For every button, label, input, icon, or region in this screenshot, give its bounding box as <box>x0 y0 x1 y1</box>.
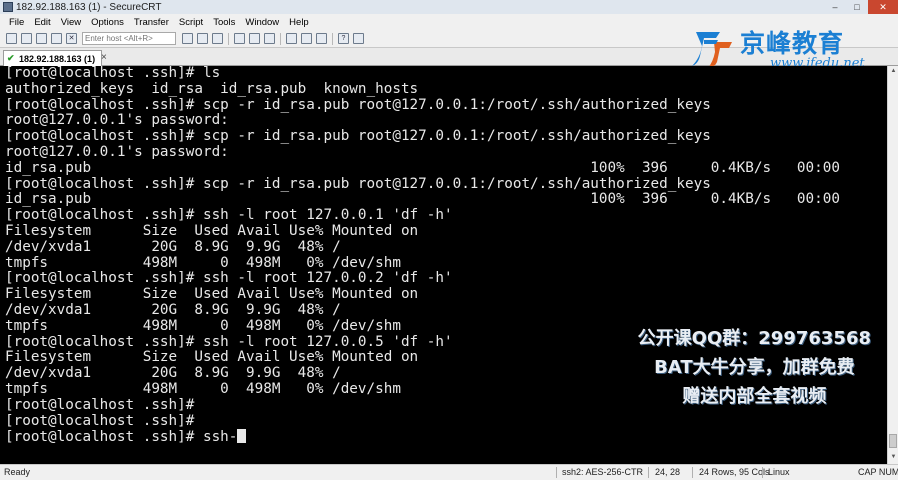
terminal-line: tmpfs 498M 0 498M 0% /dev/shm <box>5 254 401 271</box>
scroll-up-arrow-icon[interactable]: ▲ <box>889 67 898 76</box>
menu-view[interactable]: View <box>56 17 86 28</box>
scroll-down-arrow-icon[interactable]: ▼ <box>889 453 898 462</box>
promo-share: BAT大牛分享，加群免费 <box>654 357 855 378</box>
copy-icon[interactable] <box>182 33 193 44</box>
disconnect-icon[interactable]: ✕ <box>66 33 77 44</box>
menu-edit[interactable]: Edit <box>29 17 55 28</box>
terminal-line: [root@localhost .ssh]# <box>5 412 195 429</box>
terminal-line: root@127.0.0.1's password: <box>5 143 229 160</box>
terminal-line: Filesystem Size Used Avail Use% Mounted … <box>5 286 419 303</box>
terminal-line: Filesystem Size Used Avail Use% Mounted … <box>5 222 419 239</box>
jfedu-logo: 京峰教育 www.jfedu.net <box>690 24 895 72</box>
tab-close-icon[interactable]: × <box>101 52 107 63</box>
connected-check-icon: ✔ <box>7 53 15 63</box>
terminal-line: /dev/xvda1 20G 8.9G 9.9G 48% / <box>5 238 341 255</box>
toolbar-separator <box>228 32 229 45</box>
logo-name: 京峰教育 <box>740 29 845 58</box>
close-button[interactable]: ✕ <box>868 0 898 14</box>
terminal-line: [root@localhost .ssh]# scp -r id_rsa.pub… <box>5 128 711 145</box>
scroll-thumb[interactable] <box>889 434 897 448</box>
status-terminal-type: Linux <box>768 467 790 477</box>
status-divider <box>648 467 649 478</box>
terminal-prompt-line: [root@localhost .ssh]# ssh- <box>5 429 840 445</box>
find-icon[interactable] <box>212 33 223 44</box>
menu-transfer[interactable]: Transfer <box>129 17 174 28</box>
terminal-line: [root@localhost .ssh]# scp -r id_rsa.pub… <box>5 96 711 113</box>
about-icon[interactable] <box>353 33 364 44</box>
securecrt-app-icon <box>3 2 13 12</box>
terminal-line: [root@localhost .ssh]# ssh -l root 127.0… <box>5 207 453 224</box>
title-bar: 182.92.188.163 (1) - SecureCRT – □ ✕ <box>0 0 898 14</box>
minimize-button[interactable]: – <box>824 0 846 14</box>
status-caps-num: CAP NUM <box>858 467 898 477</box>
status-cipher: ssh2: AES-256-CTR <box>562 467 644 477</box>
menu-file[interactable]: File <box>4 17 29 28</box>
quick-connect-icon[interactable] <box>21 33 32 44</box>
connect-in-tab-icon[interactable] <box>36 33 47 44</box>
menu-help[interactable]: Help <box>284 17 314 28</box>
terminal-scrollbar[interactable]: ▲ ▼ <box>887 66 898 464</box>
lightbulb-icon[interactable] <box>316 33 327 44</box>
terminal-line: /dev/xvda1 20G 8.9G 9.9G 48% / <box>5 301 341 318</box>
terminal-line: [root@localhost .ssh]# ls <box>5 66 221 81</box>
status-bar: Ready ssh2: AES-256-CTR 24, 28 24 Rows, … <box>0 464 898 480</box>
status-terminal-size: 24 Rows, 95 Cols <box>699 467 770 477</box>
window-controls: – □ ✕ <box>824 0 898 14</box>
status-ready: Ready <box>4 467 31 477</box>
terminal-current-input: [root@localhost .ssh]# ssh- <box>5 429 238 446</box>
toolbar-separator <box>280 32 281 45</box>
menu-script[interactable]: Script <box>174 17 208 28</box>
keymap-icon[interactable] <box>301 33 312 44</box>
sftp-icon[interactable] <box>286 33 297 44</box>
terminal-line: [root@localhost .ssh]# scp -r id_rsa.pub… <box>5 175 711 192</box>
terminal-cursor <box>237 429 247 444</box>
status-divider <box>762 467 763 478</box>
terminal-screen[interactable]: [root@localhost .ssh]# ls authorized_key… <box>0 66 887 464</box>
terminal-line: authorized_keys id_rsa id_rsa.pub known_… <box>5 80 419 97</box>
menu-window[interactable]: Window <box>240 17 284 28</box>
global-options-icon[interactable] <box>264 33 275 44</box>
promo-qq-group: 公开课QQ群：299763568 <box>637 328 871 349</box>
status-divider <box>556 467 557 478</box>
terminal-line: [root@localhost .ssh]# ssh -l root 127.0… <box>5 270 453 287</box>
paste-icon[interactable] <box>197 33 208 44</box>
promo-watermark: 公开课QQ群：299763568 BAT大牛分享，加群免费 赠送内部全套视频 <box>638 324 871 411</box>
print-icon[interactable] <box>234 33 245 44</box>
menu-tools[interactable]: Tools <box>208 17 240 28</box>
status-divider <box>692 467 693 478</box>
session-tab-label: 182.92.188.163 (1) <box>19 53 96 64</box>
terminal-line: id_rsa.pub 100% 396 0.4KB/s 00:00 <box>5 191 840 208</box>
connect-icon[interactable] <box>6 33 17 44</box>
terminal-line: root@127.0.0.1's password: <box>5 112 229 129</box>
session-tab[interactable]: ✔ 182.92.188.163 (1) <box>3 50 103 66</box>
terminal-line: id_rsa.pub 100% 396 0.4KB/s 00:00 <box>5 159 840 176</box>
window-title: 182.92.188.163 (1) - SecureCRT <box>16 1 162 13</box>
help-icon[interactable]: ? <box>338 33 349 44</box>
menu-options[interactable]: Options <box>86 17 129 28</box>
reconnect-icon[interactable] <box>51 33 62 44</box>
status-cursor-position: 24, 28 <box>655 467 681 477</box>
promo-video: 赠送内部全套视频 <box>682 386 827 407</box>
enter-host-input[interactable] <box>82 32 176 45</box>
session-options-icon[interactable] <box>249 33 260 44</box>
maximize-button[interactable]: □ <box>846 0 868 14</box>
toolbar-separator <box>332 32 333 45</box>
jfedu-logo-mark-icon <box>692 32 732 68</box>
